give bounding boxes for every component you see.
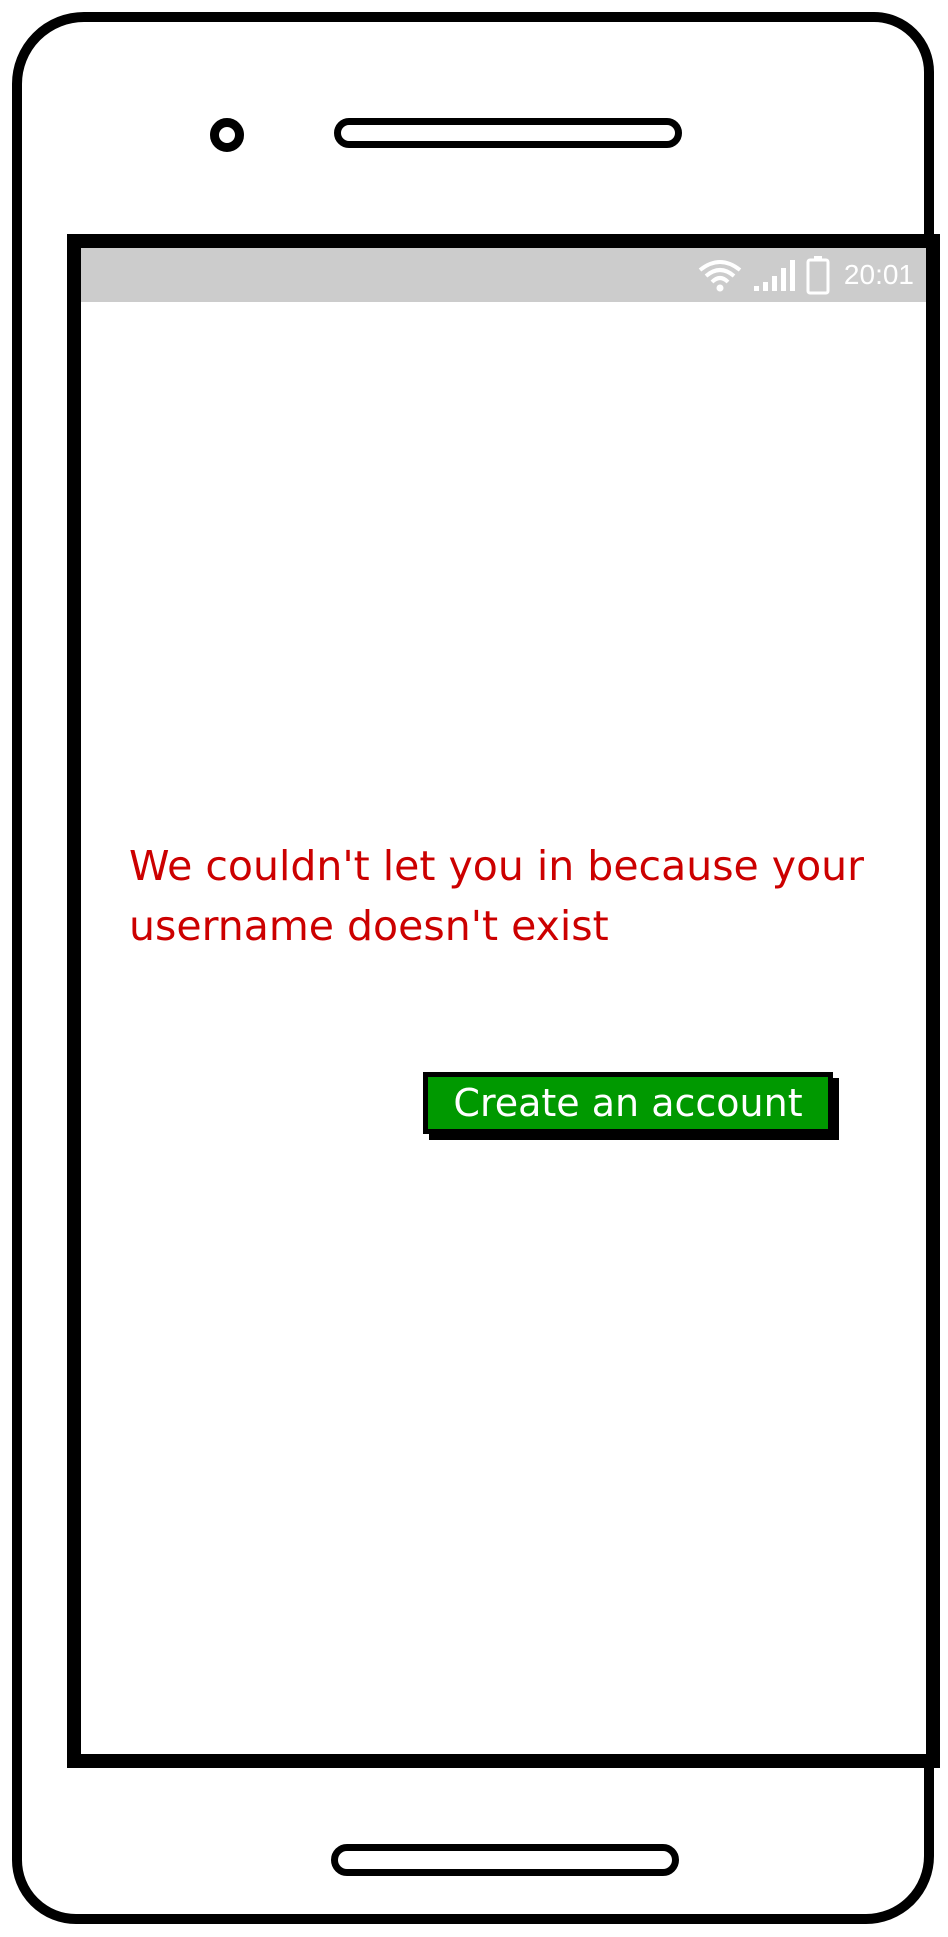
phone-screen: 20:01 We couldn't let you in because you…: [67, 234, 940, 1768]
status-time: 20:01: [843, 259, 914, 290]
wifi-icon: [698, 258, 742, 292]
battery-icon: [806, 255, 830, 295]
status-bar: 20:01: [81, 248, 926, 302]
signal-icon: [752, 258, 796, 292]
create-account-button[interactable]: Create an account: [423, 1072, 833, 1134]
bottom-speaker: [331, 1844, 679, 1876]
earpiece-speaker: [334, 118, 682, 148]
camera-icon: [210, 118, 244, 152]
error-message: We couldn't let you in because your user…: [129, 842, 864, 950]
phone-frame: 20:01 We couldn't let you in because you…: [12, 12, 940, 1924]
